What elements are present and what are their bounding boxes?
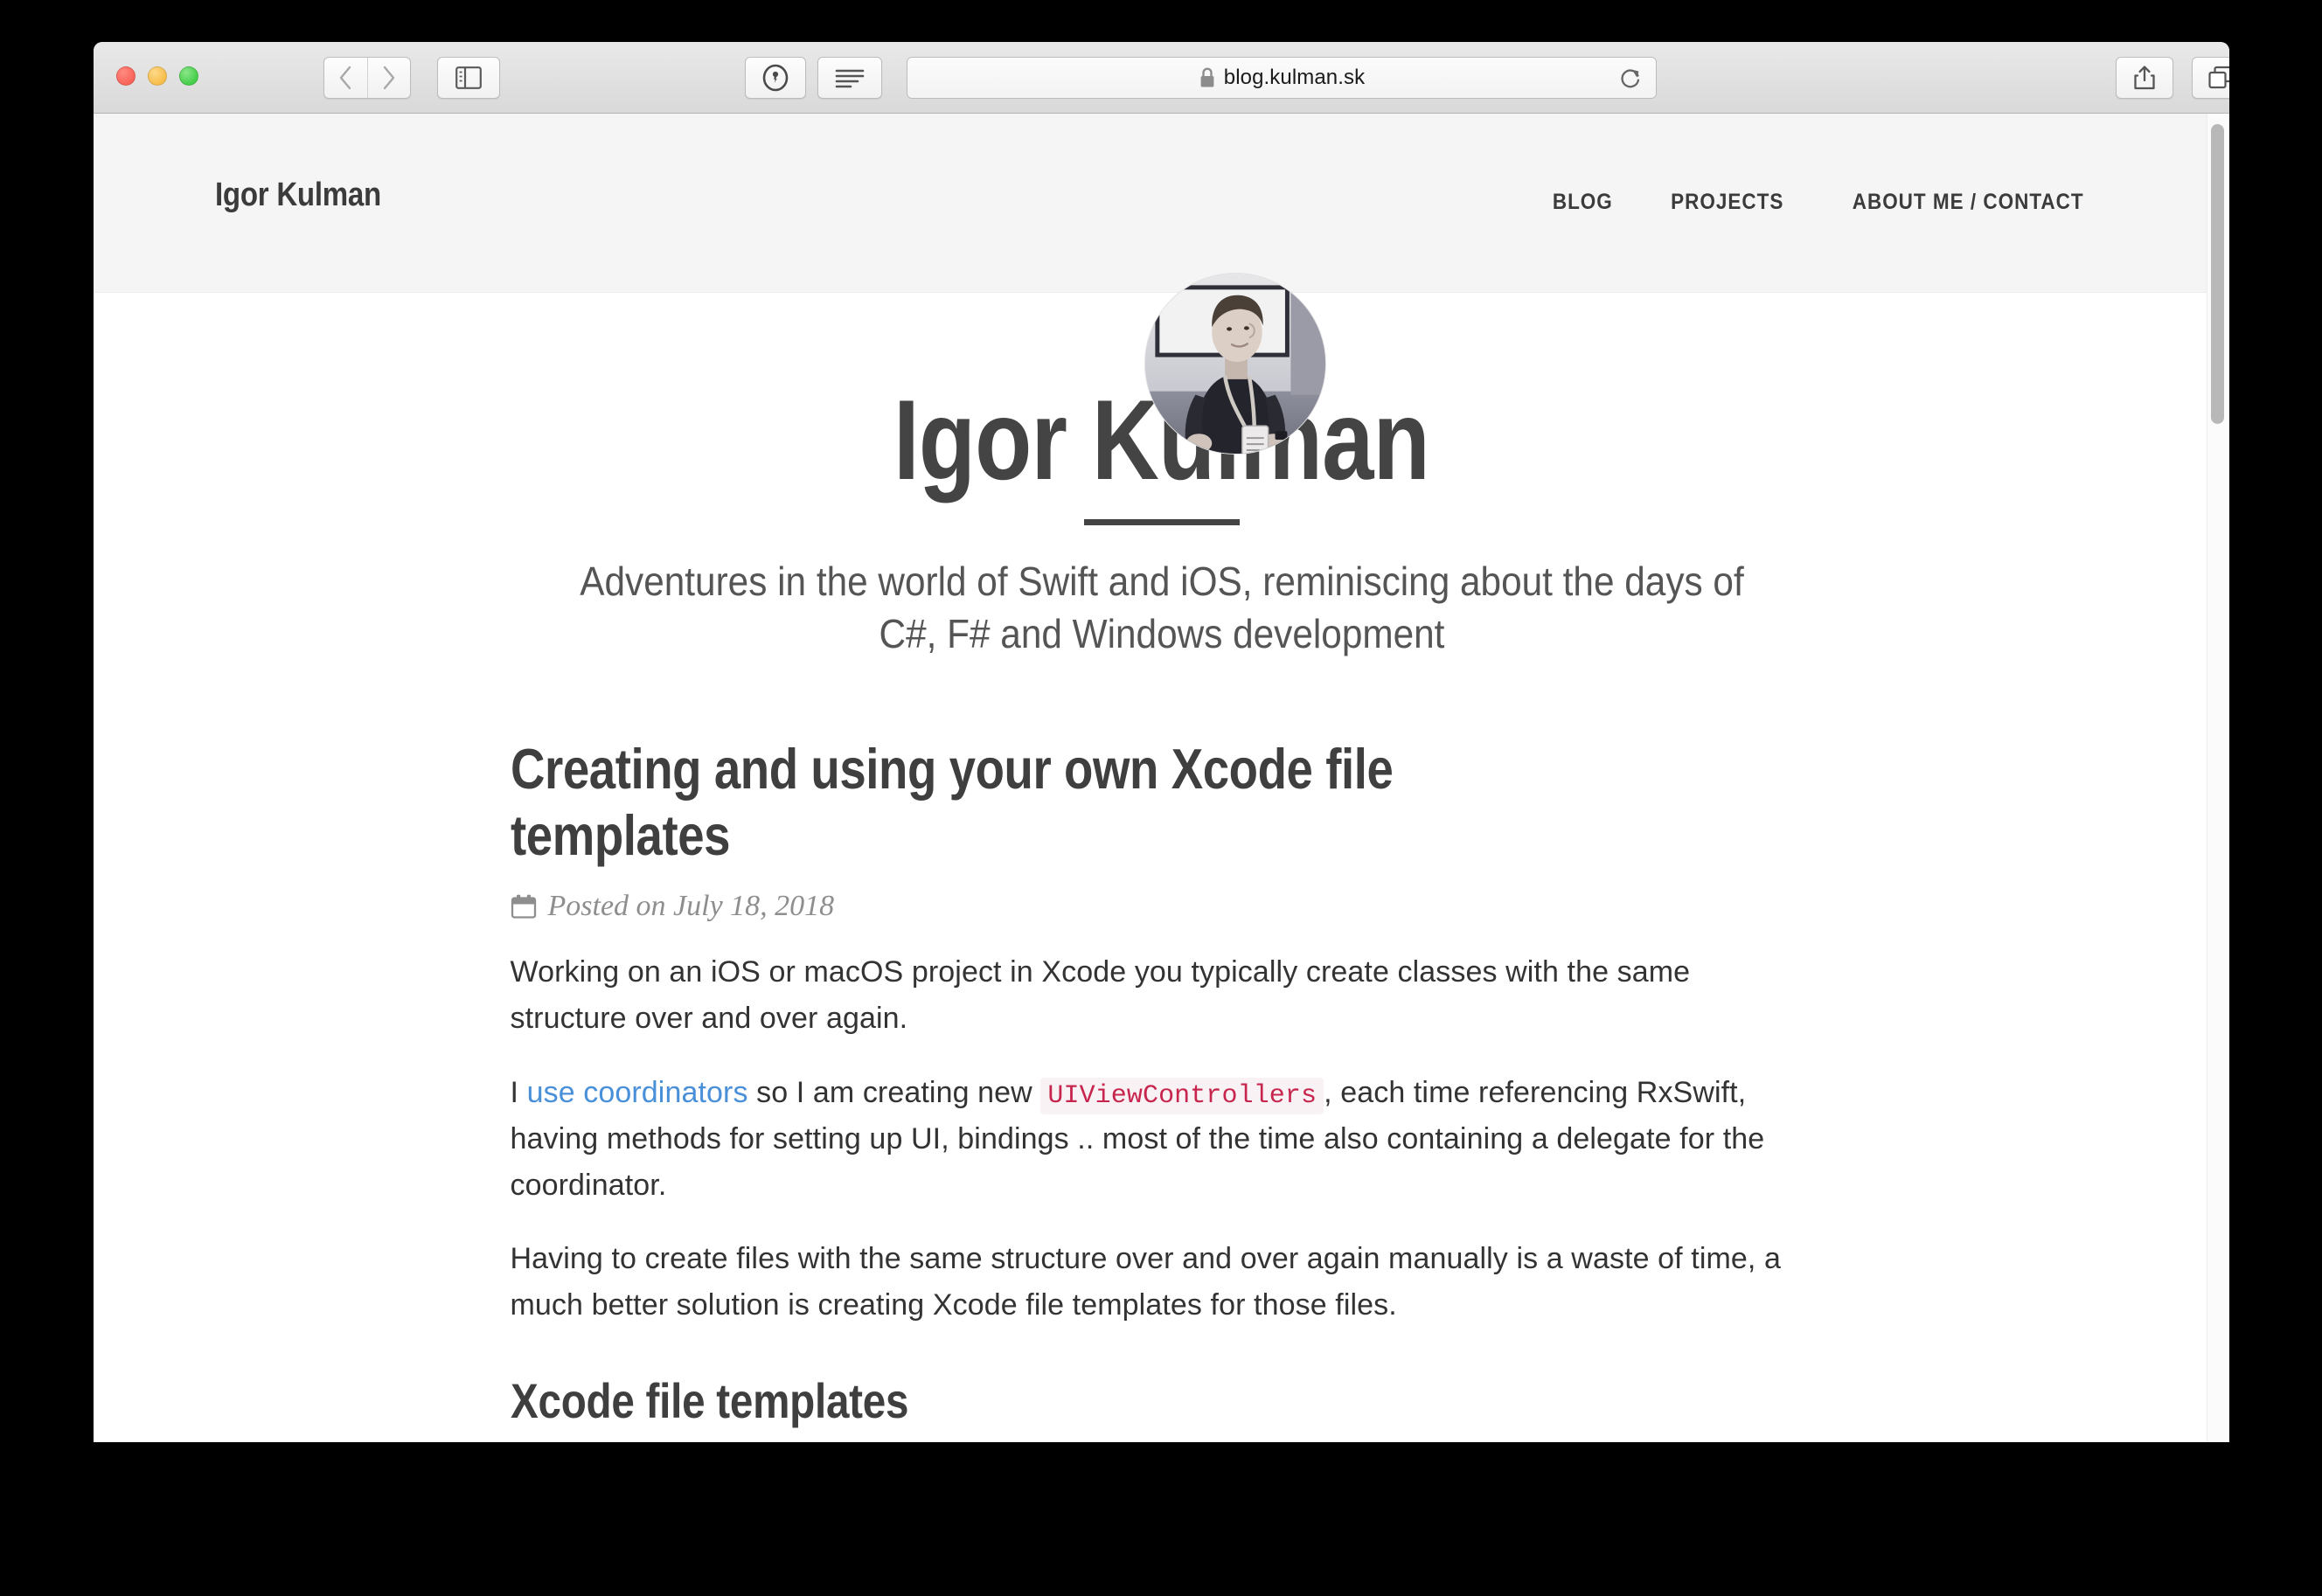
post-date: July 18, 2018 xyxy=(673,890,835,923)
browser-toolbar: blog.kulman.sk + xyxy=(94,42,2229,114)
navigation-buttons xyxy=(323,57,411,99)
back-button[interactable] xyxy=(324,58,368,98)
vertical-scrollbar[interactable] xyxy=(2207,114,2229,1442)
nav-item-blog[interactable]: BLOG xyxy=(1552,190,1612,215)
site-header: Igor Kulman BLOG PROJECTS ABOUT ME / CON… xyxy=(94,114,2229,293)
post-title: Creating and using your own Xcode file t… xyxy=(510,737,1394,868)
password-manager-button[interactable] xyxy=(745,57,806,99)
nav-item-about-me-contact[interactable]: ABOUT ME / CONTACT xyxy=(1852,190,2083,215)
post-paragraph-2: I use coordinators so I am creating new … xyxy=(511,1070,1813,1209)
coordinators-link[interactable]: use coordinators xyxy=(527,1076,748,1109)
lock-icon xyxy=(1199,66,1216,89)
site-brand[interactable]: Igor Kulman xyxy=(215,177,381,214)
post-paragraph-1: Working on an iOS or macOS project in Xc… xyxy=(510,955,1691,1035)
address-bar[interactable]: blog.kulman.sk xyxy=(907,57,1657,99)
onepassword-key-icon xyxy=(762,64,789,92)
site-tagline: Adventures in the world of Swift and iOS… xyxy=(579,558,1744,657)
chevron-left-icon xyxy=(340,66,351,90)
share-button[interactable] xyxy=(2116,57,2173,99)
forward-button[interactable] xyxy=(368,58,411,98)
post-meta: Posted on July 18, 2018 xyxy=(511,890,1813,923)
sidebar-icon xyxy=(455,66,482,89)
maximize-window-button[interactable] xyxy=(179,66,198,86)
page-viewport: Igor Kulman BLOG PROJECTS ABOUT ME / CON… xyxy=(94,114,2229,1442)
avatar xyxy=(1144,273,1326,455)
title-divider xyxy=(1083,518,1240,525)
avatar-photo xyxy=(1145,274,1325,454)
paragraph-2-middle: so I am creating new xyxy=(747,1075,1041,1109)
inline-code-uiviewcontrollers: UIViewControllers xyxy=(1040,1077,1324,1114)
reload-button[interactable] xyxy=(1617,65,1644,91)
browser-window: blog.kulman.sk + xyxy=(94,42,2229,1442)
close-window-button[interactable] xyxy=(116,66,136,86)
window-controls xyxy=(116,66,198,86)
section-heading-xcode-file-templates: Xcode file templates xyxy=(510,1372,908,1428)
sidebar-toggle-button[interactable] xyxy=(437,57,500,99)
post-paragraph-3: Having to create files with the same str… xyxy=(510,1242,1782,1322)
reader-view-button[interactable] xyxy=(817,57,882,99)
scrollbar-thumb[interactable] xyxy=(2211,124,2224,424)
site-navigation: BLOG PROJECTS ABOUT ME / CONTACT xyxy=(1500,190,2097,215)
reload-icon xyxy=(1621,69,1640,88)
reader-view-icon xyxy=(835,69,865,88)
tab-overview-icon xyxy=(2208,66,2229,89)
article: Creating and using your own Xcode file t… xyxy=(511,661,1813,1429)
tab-overview-button[interactable] xyxy=(2192,57,2229,99)
calendar-icon xyxy=(511,893,537,919)
share-icon xyxy=(2134,66,2155,90)
minimize-window-button[interactable] xyxy=(148,66,167,86)
nav-item-projects[interactable]: PROJECTS xyxy=(1671,190,1783,215)
post-meta-prefix: Posted on xyxy=(547,890,666,923)
paragraph-2-prefix: I xyxy=(510,1075,527,1109)
chevron-right-icon xyxy=(383,66,394,90)
url-text: blog.kulman.sk xyxy=(1223,66,1366,89)
